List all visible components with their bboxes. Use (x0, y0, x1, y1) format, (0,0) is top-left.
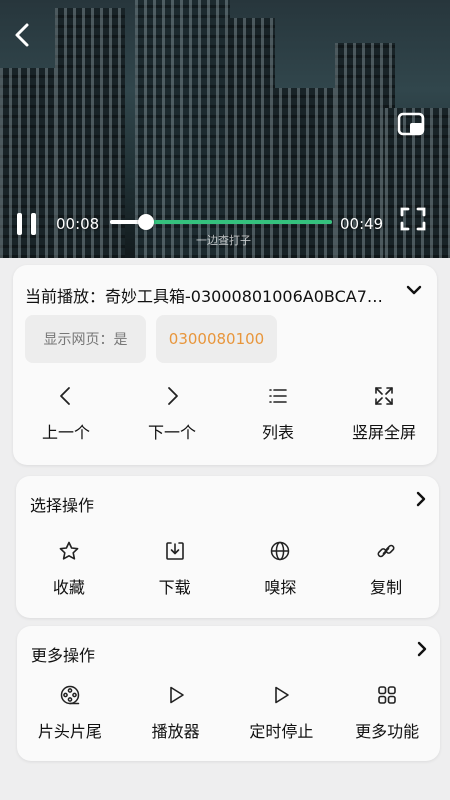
seek-remaining (145, 220, 332, 224)
more-operations-more-button[interactable] (414, 640, 430, 658)
chevron-right-icon (417, 641, 427, 657)
previous-button[interactable]: 上一个 (13, 385, 119, 443)
now-playing-card: 当前播放：奇妙工具箱-03000801006A0BCA7… 显示网页：是 030… (13, 265, 437, 465)
select-operations-actions: 收藏 下载 嗅探 复制 (16, 540, 439, 598)
next-button[interactable]: 下一个 (119, 385, 225, 443)
picture-in-picture-button[interactable] (396, 110, 428, 140)
show-webpage-chip[interactable]: 显示网页：是 (25, 315, 146, 363)
list-label: 列表 (261, 423, 294, 442)
select-operations-more-button[interactable] (413, 490, 429, 508)
favorite-button[interactable]: 收藏 (16, 540, 122, 598)
subtitle-text: 一边查打子 (196, 234, 251, 247)
back-button[interactable] (6, 18, 40, 52)
current-time: 00:08 (56, 215, 100, 233)
more-features-label: 更多功能 (355, 722, 420, 741)
portrait-fullscreen-button[interactable]: 竖屏全屏 (331, 385, 437, 443)
intro-outro-label: 片头片尾 (37, 722, 102, 741)
player-button[interactable]: 播放器 (123, 684, 229, 742)
chevron-right-icon (416, 491, 426, 507)
city-building (270, 88, 340, 258)
sleep-timer-label: 定时停止 (249, 722, 314, 741)
download-label: 下载 (158, 578, 191, 597)
seek-bar[interactable] (110, 214, 332, 230)
star-icon (59, 541, 79, 560)
next-label: 下一个 (147, 423, 196, 442)
chevron-right-icon (168, 387, 178, 405)
select-operations-card: 选择操作 收藏 下载 嗅探 复制 (16, 476, 439, 618)
pause-icon (17, 213, 36, 235)
nav-actions: 上一个 下一个 列表 竖屏全屏 (13, 385, 437, 443)
expand-button[interactable] (405, 281, 423, 299)
chevron-down-icon (406, 285, 422, 295)
fullscreen-button[interactable] (398, 204, 428, 234)
player-label: 播放器 (151, 722, 200, 741)
grid-icon (378, 686, 396, 704)
sniff-label: 嗅探 (264, 578, 297, 597)
copy-button[interactable]: 复制 (333, 540, 439, 598)
more-operations-card: 更多操作 片头片尾 播放器 定时停止 更多功能 (17, 626, 440, 761)
play-icon (169, 686, 184, 704)
download-button[interactable]: 下载 (122, 540, 228, 598)
code-chip[interactable]: 0300080100 (156, 315, 277, 363)
video-player[interactable]: 00:08 00:49 一边查打子 (0, 0, 450, 258)
pip-icon (397, 112, 425, 136)
list-icon (269, 389, 287, 403)
now-playing-row: 当前播放：奇妙工具箱-03000801006A0BCA7… (25, 283, 425, 307)
intro-outro-button[interactable]: 片头片尾 (17, 684, 123, 742)
download-icon (165, 542, 184, 560)
globe-icon (271, 541, 290, 561)
now-playing-title: 奇妙工具箱-03000801006A0BCA7… (105, 287, 383, 306)
select-operations-title: 选择操作 (30, 496, 95, 515)
fullscreen-icon (400, 207, 426, 231)
copy-label: 复制 (370, 578, 403, 597)
more-operations-actions: 片头片尾 播放器 定时停止 更多功能 (17, 684, 440, 742)
more-features-button[interactable]: 更多功能 (334, 684, 440, 742)
chevron-left-icon (15, 23, 29, 47)
duration: 00:49 (340, 215, 384, 233)
chevron-left-icon (60, 387, 70, 405)
list-button[interactable]: 列表 (225, 385, 331, 443)
previous-label: 上一个 (41, 423, 90, 442)
favorite-label: 收藏 (52, 578, 85, 597)
more-operations-title: 更多操作 (31, 646, 96, 665)
sniff-button[interactable]: 嗅探 (228, 540, 334, 598)
sleep-timer-button[interactable]: 定时停止 (229, 684, 335, 742)
now-playing-label: 当前播放： (25, 287, 106, 306)
pause-button[interactable] (12, 208, 42, 240)
link-icon (377, 544, 395, 558)
portrait-fullscreen-label: 竖屏全屏 (351, 423, 416, 442)
play-outline-icon (275, 686, 290, 704)
film-reel-icon (60, 685, 80, 705)
seek-thumb[interactable] (137, 214, 154, 230)
expand-icon (375, 387, 393, 405)
